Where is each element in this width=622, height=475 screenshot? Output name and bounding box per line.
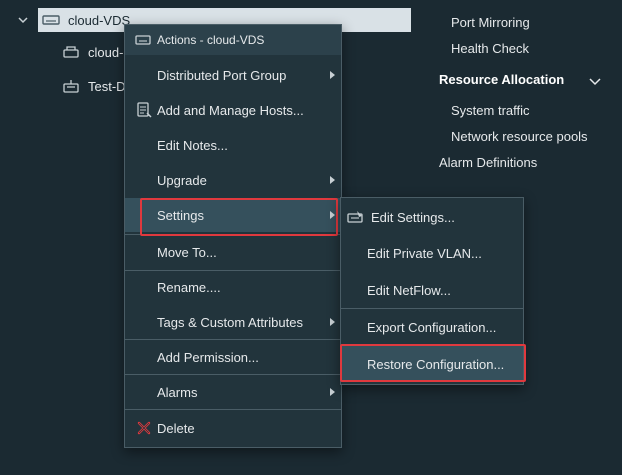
menu-item-label: Edit NetFlow... <box>367 282 451 298</box>
menu-header: Actions - cloud-VDS <box>125 25 341 55</box>
portgroup-icon <box>62 44 80 60</box>
chevron-down-icon[interactable] <box>18 15 28 25</box>
menu-item-edit-private-vlan[interactable]: Edit Private VLAN... <box>341 236 523 270</box>
menu-item-label: Export Configuration... <box>367 319 497 335</box>
switch-icon <box>135 34 151 46</box>
tree-label: cloud-VDS <box>68 12 131 28</box>
menu-item-delete[interactable]: Delete <box>125 411 341 445</box>
menu-item-label: Upgrade <box>157 172 207 188</box>
tree-row-portgroup[interactable]: cloud- <box>62 40 123 64</box>
menu-item-label: Edit Settings... <box>371 209 455 225</box>
settings-highlight-box <box>140 198 338 236</box>
menu-item-label: Add and Manage Hosts... <box>157 102 304 118</box>
menu-item-label: Move To... <box>157 244 217 260</box>
restore-highlight-box <box>340 344 526 382</box>
menu-item-label: Add Permission... <box>157 349 259 365</box>
menu-item-label: Tags & Custom Attributes <box>157 314 303 330</box>
network-icon <box>62 78 80 94</box>
nav-item-system-traffic[interactable]: System traffic <box>451 103 530 118</box>
nav-item-network-resource-pools[interactable]: Network resource pools <box>451 129 588 144</box>
menu-item-label: Edit Private VLAN... <box>367 245 482 261</box>
nav-section-resource-allocation[interactable]: Resource Allocation <box>439 72 564 87</box>
menu-item-add-manage-hosts[interactable]: Add and Manage Hosts... <box>125 93 341 127</box>
menu-item-label: Alarms <box>157 384 198 400</box>
menu-item-alarms[interactable]: Alarms <box>125 375 341 409</box>
menu-separator <box>125 409 341 410</box>
menu-item-add-permission[interactable]: Add Permission... <box>125 340 341 374</box>
menu-separator <box>341 308 523 309</box>
switch-icon <box>42 13 60 27</box>
actions-menu: Actions - cloud-VDS Distributed Port Gro… <box>124 24 342 448</box>
menu-item-label: Delete <box>157 420 195 436</box>
menu-item-label: Distributed Port Group <box>157 67 287 83</box>
chevron-right-icon <box>330 318 335 326</box>
tree-row-test[interactable]: Test-D <box>62 74 126 98</box>
menu-item-edit-netflow[interactable]: Edit NetFlow... <box>341 273 523 307</box>
menu-item-tags-custom-attributes[interactable]: Tags & Custom Attributes <box>125 305 341 339</box>
menu-item-upgrade[interactable]: Upgrade <box>125 163 341 197</box>
nav-section-label: Resource Allocation <box>439 72 565 87</box>
tree-label: Test-D <box>88 78 126 94</box>
menu-item-move-to[interactable]: Move To... <box>125 235 341 269</box>
menu-header-title: Actions - cloud-VDS <box>157 33 265 47</box>
menu-item-distributed-port-group[interactable]: Distributed Port Group <box>125 58 341 92</box>
chevron-right-icon <box>330 176 335 184</box>
menu-item-label: Edit Notes... <box>157 137 228 153</box>
menu-item-edit-settings[interactable]: Edit Settings... <box>341 200 523 234</box>
chevron-down-icon[interactable] <box>589 75 601 90</box>
nav-item-health-check[interactable]: Health Check <box>451 41 529 56</box>
delete-icon <box>135 419 153 437</box>
nav-item-alarm-definitions[interactable]: Alarm Definitions <box>439 155 537 170</box>
hosts-icon <box>135 101 153 119</box>
menu-item-export-configuration[interactable]: Export Configuration... <box>341 310 523 344</box>
menu-item-label: Rename.... <box>157 279 221 295</box>
edit-settings-icon <box>347 208 365 226</box>
chevron-right-icon <box>330 388 335 396</box>
chevron-right-icon <box>330 71 335 79</box>
tree-label: cloud- <box>88 44 124 60</box>
menu-item-rename[interactable]: Rename.... <box>125 270 341 304</box>
nav-item-port-mirroring[interactable]: Port Mirroring <box>451 15 530 30</box>
menu-item-edit-notes[interactable]: Edit Notes... <box>125 128 341 162</box>
